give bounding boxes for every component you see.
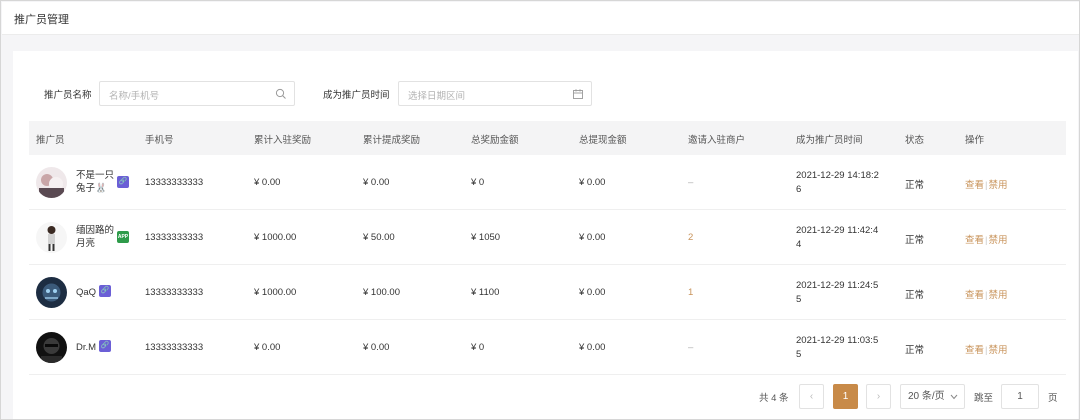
promoter-name-line2: 月亮 [76, 238, 96, 249]
row-actions: 查看|禁用 [965, 235, 1008, 246]
time-filter-label: 成为推广员时间 [323, 90, 390, 101]
app-frame: 推广员管理 推广员名称 名称/手机号 成为推广员时间 选择日期区间 推广员 手机… [0, 0, 1080, 420]
invited-cell[interactable]: 1 [688, 287, 693, 298]
col-status: 状态 [905, 135, 925, 146]
commission-cell: ¥ 100.00 [363, 287, 400, 298]
page-title: 推广员管理 [14, 14, 69, 26]
view-link[interactable]: 查看 [965, 180, 984, 191]
status-cell: 正常 [905, 180, 925, 191]
table-row: 不是一只 兔子🐰 🔗 13333333333 ¥ 0.00 ¥ 0.00 ¥ 0… [29, 155, 1066, 210]
join-reward-cell: ¥ 1000.00 [254, 232, 297, 243]
content-card: 推广员名称 名称/手机号 成为推广员时间 选择日期区间 推广员 手机号 累计入驻… [13, 51, 1078, 419]
date-range-picker[interactable]: 选择日期区间 [398, 81, 592, 106]
promoter-name: QaQ [76, 287, 97, 298]
withdrawn-cell: ¥ 0.00 [579, 287, 606, 298]
col-invited: 邀请入驻商户 [688, 135, 746, 146]
col-phone: 手机号 [145, 135, 174, 146]
page-1-button[interactable]: 1 [833, 384, 858, 409]
link-badge-icon: 🔗 [99, 340, 111, 352]
view-link[interactable]: 查看 [965, 290, 984, 301]
chevron-down-icon [950, 394, 958, 400]
link-badge-icon: 🔗 [99, 285, 111, 297]
total-reward-cell: ¥ 1100 [471, 287, 500, 298]
total-reward-cell: ¥ 0 [471, 342, 485, 353]
app-badge-icon: APP [117, 231, 129, 243]
join-time-line1: 2021-12-29 14:18:2 [796, 170, 879, 181]
join-time-line2: 5 [796, 349, 802, 360]
withdrawn-cell: ¥ 0.00 [579, 177, 606, 188]
promoter-name: Dr.M [76, 342, 97, 353]
commission-cell: ¥ 50.00 [363, 232, 395, 243]
table-row: 缅因路的 月亮 APP 13333333333 ¥ 1000.00 ¥ 50.0… [29, 210, 1066, 265]
phone-cell: 13333333333 [145, 342, 204, 353]
goto-label: 跳至 [974, 393, 994, 404]
status-cell: 正常 [905, 235, 925, 246]
goto-page-input[interactable]: 1 [1001, 384, 1039, 409]
phone-cell: 13333333333 [145, 177, 204, 188]
view-link[interactable]: 查看 [965, 345, 984, 356]
phone-cell: 13333333333 [145, 287, 204, 298]
avatar [36, 167, 67, 198]
commission-cell: ¥ 0.00 [363, 342, 390, 353]
table-row: Dr.M 🔗 13333333333 ¥ 0.00 ¥ 0.00 ¥ 0 ¥ 0… [29, 320, 1066, 375]
promoter-name-line1: 缅因路的 [76, 225, 115, 236]
join-reward-cell: ¥ 1000.00 [254, 287, 297, 298]
col-join-time: 成为推广员时间 [796, 135, 863, 146]
join-time-line1: 2021-12-29 11:24:5 [796, 280, 879, 291]
view-link[interactable]: 查看 [965, 235, 984, 246]
prev-page-button[interactable]: ‹ [799, 384, 824, 409]
total-reward-cell: ¥ 0 [471, 177, 485, 188]
name-filter-label: 推广员名称 [44, 90, 92, 101]
invited-cell: – [688, 177, 694, 188]
avatar [36, 222, 67, 253]
page-size-value: 20 条/页 [908, 391, 945, 402]
page-size-select[interactable]: 20 条/页 [900, 384, 965, 409]
col-actions: 操作 [965, 135, 985, 146]
next-page-button[interactable]: › [866, 384, 891, 409]
status-cell: 正常 [905, 345, 925, 356]
table-row: QaQ 🔗 13333333333 ¥ 1000.00 ¥ 100.00 ¥ 1… [29, 265, 1066, 320]
disable-link[interactable]: 禁用 [988, 180, 1007, 191]
promoter-name-line1: 不是一只 [76, 170, 115, 181]
calendar-icon[interactable] [572, 88, 584, 100]
join-time-line1: 2021-12-29 11:03:5 [796, 335, 879, 346]
total-reward-cell: ¥ 1050 [471, 232, 501, 243]
join-time-line2: 6 [796, 184, 802, 195]
col-withdrawn: 总提现金额 [579, 135, 627, 146]
join-time-line2: 5 [796, 294, 802, 305]
title-bar: 推广员管理 [2, 2, 1079, 35]
withdrawn-cell: ¥ 0.00 [579, 342, 606, 353]
col-commission: 累计提成奖励 [363, 135, 421, 146]
link-badge-icon: 🔗 [117, 176, 129, 188]
invited-cell: – [688, 342, 694, 353]
join-time-line1: 2021-12-29 11:42:4 [796, 225, 879, 236]
status-cell: 正常 [905, 290, 925, 301]
withdrawn-cell: ¥ 0.00 [579, 232, 606, 243]
page-suffix: 页 [1048, 393, 1058, 404]
row-actions: 查看|禁用 [965, 345, 1008, 356]
invited-cell[interactable]: 2 [688, 232, 693, 243]
avatar [36, 277, 67, 308]
join-reward-cell: ¥ 0.00 [254, 342, 281, 353]
promoter-name-line2: 兔子🐰 [76, 183, 107, 194]
total-count: 共 4 条 [759, 393, 789, 404]
col-join-reward: 累计入驻奖励 [254, 135, 312, 146]
phone-cell: 13333333333 [145, 232, 204, 243]
disable-link[interactable]: 禁用 [988, 290, 1007, 301]
col-promoter: 推广员 [36, 135, 65, 146]
join-reward-cell: ¥ 0.00 [254, 177, 281, 188]
col-total-reward: 总奖励金额 [471, 135, 519, 146]
disable-link[interactable]: 禁用 [988, 345, 1007, 356]
avatar [36, 332, 67, 363]
table-header: 推广员 手机号 累计入驻奖励 累计提成奖励 总奖励金额 总提现金额 邀请入驻商户… [29, 121, 1066, 155]
join-time-line2: 4 [796, 239, 802, 250]
name-search-placeholder: 名称/手机号 [109, 91, 160, 102]
commission-cell: ¥ 0.00 [363, 177, 390, 188]
date-range-placeholder: 选择日期区间 [408, 91, 466, 102]
name-search-input[interactable]: 名称/手机号 [99, 81, 295, 106]
row-actions: 查看|禁用 [965, 180, 1008, 191]
disable-link[interactable]: 禁用 [988, 235, 1007, 246]
row-actions: 查看|禁用 [965, 290, 1008, 301]
search-icon[interactable] [275, 88, 287, 100]
